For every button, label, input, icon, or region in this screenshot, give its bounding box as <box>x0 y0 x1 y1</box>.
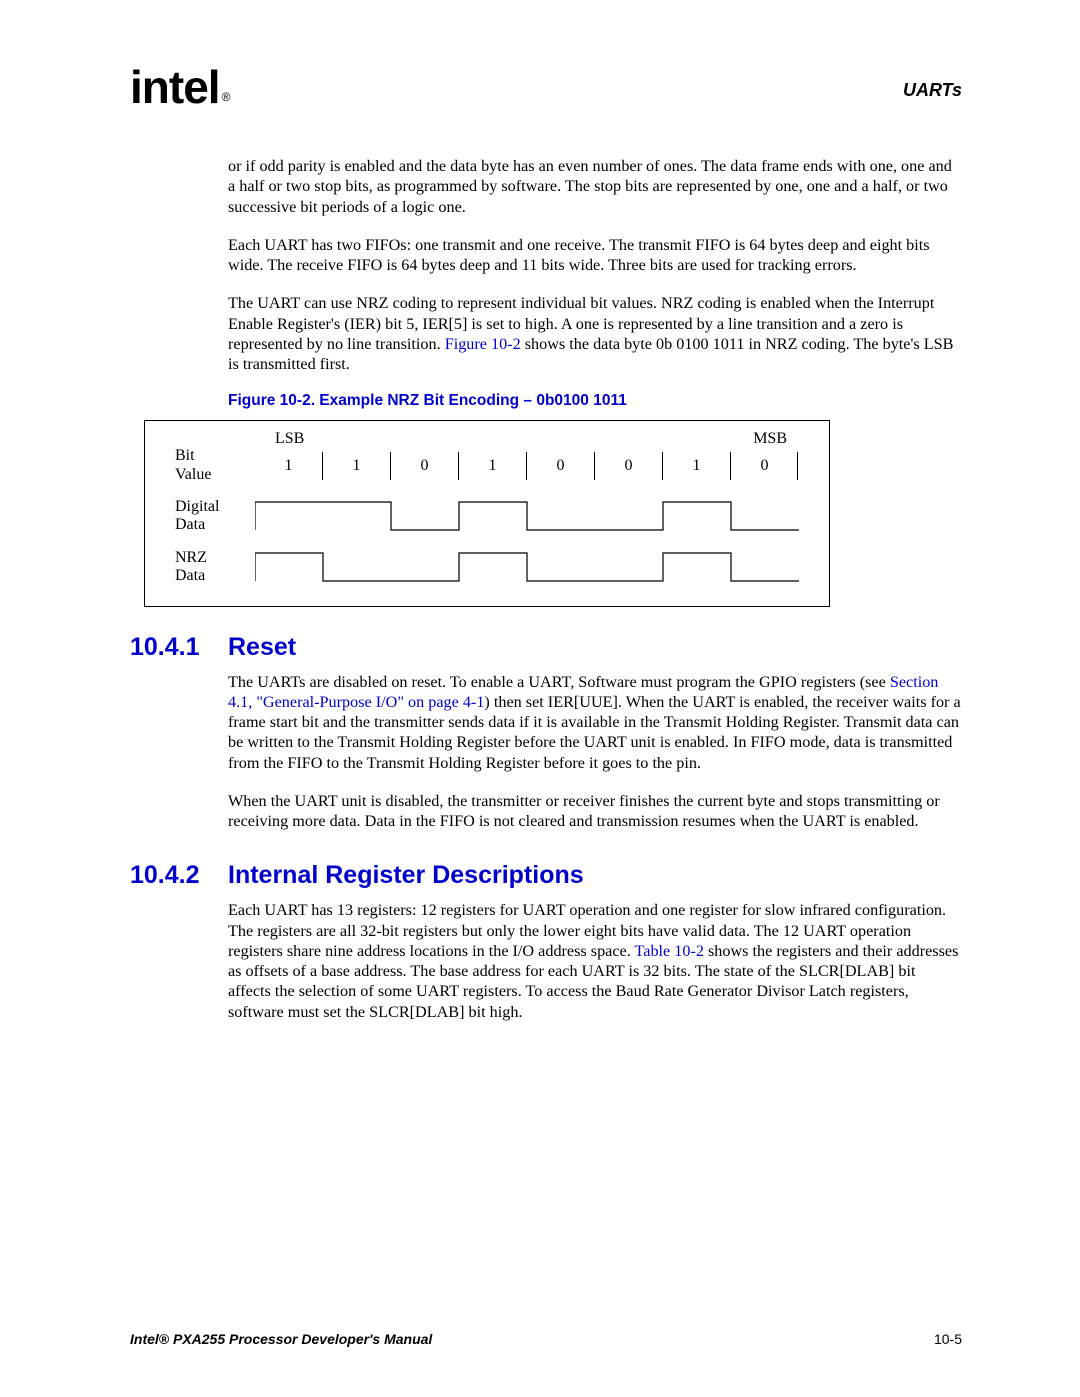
lsb-label: LSB <box>275 430 304 448</box>
intel-logo: intel® <box>130 60 227 114</box>
figure-10-2-link[interactable]: Figure 10-2 <box>445 335 521 353</box>
nrz-data-label: NRZData <box>175 549 255 586</box>
section-10-4-1-title: Reset <box>228 633 296 662</box>
section-10-4-1-header: 10.4.1 Reset <box>130 633 962 662</box>
footer-manual-title: Intel® PXA255 Processor Developer's Manu… <box>130 1331 432 1347</box>
bit-0: 1 <box>255 452 322 480</box>
figure-caption: Figure 10-2. Example NRZ Bit Encoding – … <box>228 392 962 410</box>
nrz-waveform <box>255 551 799 583</box>
bit-value-row: LSB MSB 1 1 0 1 0 0 1 0 <box>255 448 799 484</box>
section-10-4-2-header: 10.4.2 Internal Register Descriptions <box>130 861 962 890</box>
bit-6: 1 <box>662 452 730 480</box>
bit-1: 1 <box>322 452 390 480</box>
section-10-4-2-num: 10.4.2 <box>130 861 228 890</box>
bit-3: 1 <box>458 452 526 480</box>
digital-waveform <box>255 500 799 532</box>
footer-page-number: 10-5 <box>934 1331 962 1347</box>
section-2-p1: Each UART has 13 registers: 12 registers… <box>228 900 962 1022</box>
paragraph-1: or if odd parity is enabled and the data… <box>228 156 962 217</box>
section-1-p2: When the UART unit is disabled, the tran… <box>228 791 962 832</box>
registered-mark: ® <box>222 90 230 104</box>
bit-2: 0 <box>390 452 458 480</box>
bit-4: 0 <box>526 452 594 480</box>
table-10-2-link[interactable]: Table 10-2 <box>635 942 704 960</box>
s1p1a: The UARTs are disabled on reset. To enab… <box>228 673 890 691</box>
paragraph-2: Each UART has two FIFOs: one transmit an… <box>228 235 962 276</box>
digital-data-label: DigitalData <box>175 498 255 535</box>
bit-7: 0 <box>730 452 798 480</box>
paragraph-3: The UART can use NRZ coding to represent… <box>228 293 962 374</box>
section-10-4-2-title: Internal Register Descriptions <box>228 861 584 890</box>
section-1-p1: The UARTs are disabled on reset. To enab… <box>228 672 962 773</box>
msb-label: MSB <box>753 430 787 448</box>
logo-text: intel <box>130 61 220 113</box>
page-header-title: UARTs <box>903 80 962 101</box>
figure-10-2: BitValue LSB MSB 1 1 0 1 0 0 1 0 Digital… <box>144 420 830 606</box>
bit-value-label: BitValue <box>175 447 255 484</box>
section-10-4-1-num: 10.4.1 <box>130 633 228 662</box>
bit-5: 0 <box>594 452 662 480</box>
